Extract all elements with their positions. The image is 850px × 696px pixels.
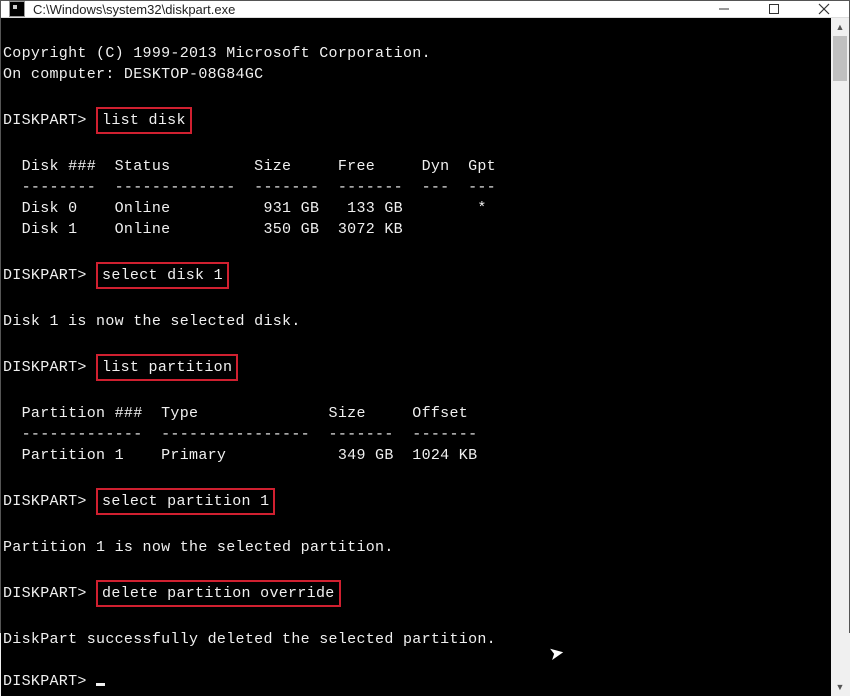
- command-list-partition: list partition: [96, 354, 238, 381]
- prompt: DISKPART>: [3, 267, 87, 284]
- scroll-down-button[interactable]: ▼: [831, 678, 849, 696]
- scroll-up-button[interactable]: ▲: [831, 18, 849, 36]
- msg-partition-selected: Partition 1 is now the selected partitio…: [3, 539, 394, 556]
- partition-table-row: Partition 1 Primary 349 GB 1024 KB: [3, 447, 477, 464]
- command-list-disk: list disk: [96, 107, 192, 134]
- minimize-button[interactable]: [699, 1, 749, 17]
- window-controls: [699, 1, 849, 17]
- disk-table-row: Disk 0 Online 931 GB 133 GB *: [3, 200, 487, 217]
- window-title: C:\Windows\system32\diskpart.exe: [33, 2, 699, 17]
- prompt: DISKPART>: [3, 359, 87, 376]
- console-output[interactable]: Copyright (C) 1999-2013 Microsoft Corpor…: [1, 18, 831, 696]
- vertical-scrollbar[interactable]: ▲ ▼: [831, 18, 849, 696]
- prompt: DISKPART>: [3, 493, 87, 510]
- copyright-line: Copyright (C) 1999-2013 Microsoft Corpor…: [3, 45, 431, 62]
- text-cursor: [96, 683, 105, 686]
- close-icon: [818, 3, 830, 15]
- disk-table-separator: -------- ------------- ------- ------- -…: [3, 179, 496, 196]
- prompt: DISKPART>: [3, 112, 87, 129]
- partition-table-header: Partition ### Type Size Offset: [3, 405, 468, 422]
- prompt: DISKPART>: [3, 585, 87, 602]
- app-icon: [9, 1, 25, 17]
- console-area: Copyright (C) 1999-2013 Microsoft Corpor…: [1, 18, 849, 696]
- command-select-partition: select partition 1: [96, 488, 275, 515]
- maximize-button[interactable]: [749, 1, 799, 17]
- close-button[interactable]: [799, 1, 849, 17]
- msg-disk-selected: Disk 1 is now the selected disk.: [3, 313, 301, 330]
- prompt: DISKPART>: [3, 673, 87, 690]
- app-window: C:\Windows\system32\diskpart.exe Copyrig…: [0, 0, 850, 633]
- scrollbar-thumb[interactable]: [833, 36, 847, 81]
- partition-table-separator: ------------- ---------------- ------- -…: [3, 426, 477, 443]
- minimize-icon: [718, 3, 730, 15]
- computer-line: On computer: DESKTOP-08G84GC: [3, 66, 263, 83]
- titlebar[interactable]: C:\Windows\system32\diskpart.exe: [1, 1, 849, 18]
- disk-table-row: Disk 1 Online 350 GB 3072 KB: [3, 221, 403, 238]
- disk-table-header: Disk ### Status Size Free Dyn Gpt: [3, 158, 496, 175]
- msg-deleted: DiskPart successfully deleted the select…: [3, 631, 496, 648]
- command-select-disk: select disk 1: [96, 262, 229, 289]
- maximize-icon: [768, 3, 780, 15]
- command-delete-partition: delete partition override: [96, 580, 341, 607]
